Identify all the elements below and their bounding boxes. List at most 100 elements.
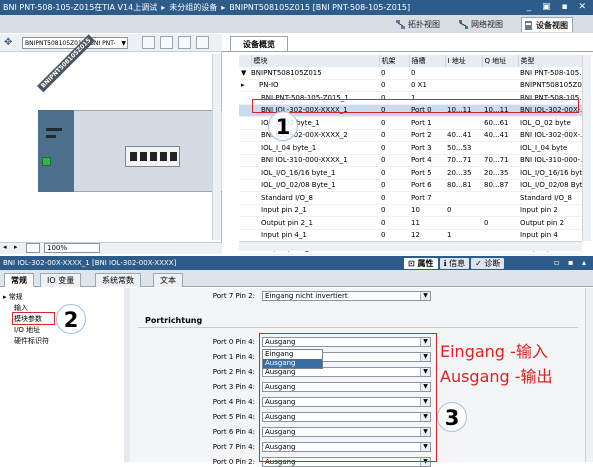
nav-item-general[interactable]: ▸ 常规: [3, 292, 23, 302]
cell-rack: 0: [379, 141, 409, 155]
module-slot-bar: [46, 135, 56, 138]
table-row[interactable]: ▸PN-IO00 X1 BNIPNT508105Z01...: [239, 79, 582, 92]
cell-slot: Port 7: [409, 191, 445, 205]
table-row[interactable]: ▼ BNIPNT508105Z015 0 0 BNI PNT-508-105...: [239, 67, 582, 80]
tab-device-view[interactable]: 设备视图: [521, 17, 573, 32]
param-label: Port 0 Pin 2:: [212, 458, 255, 466]
device-head-station[interactable]: [38, 110, 74, 192]
tab-texts[interactable]: 文本: [153, 273, 183, 287]
row-expand-toggle[interactable]: [239, 229, 251, 242]
cell-slot: 11: [409, 216, 445, 230]
row-expand-toggle[interactable]: [239, 216, 251, 230]
row-expand-toggle[interactable]: [239, 104, 251, 117]
cell-slot: 0: [409, 67, 445, 80]
grid-toolbar-icon[interactable]: [142, 36, 155, 49]
table-row[interactable]: Input pin 4_1 0 12 1 Input pin 4: [239, 229, 582, 242]
row-expand-toggle[interactable]: [239, 154, 251, 167]
column-header-rack[interactable]: 机架: [379, 55, 410, 67]
tab-info[interactable]: ℹ 信息: [439, 258, 470, 269]
tab-diagnostics[interactable]: ✓ 诊断: [471, 258, 505, 269]
window-controls[interactable]: _ ▣ ▪ ✕: [527, 0, 590, 15]
cell-type: Standard I/O_8: [518, 191, 582, 205]
cell-q-address: [482, 79, 518, 92]
column-header-type[interactable]: 类型: [518, 55, 583, 67]
cell-q-address: [482, 191, 518, 205]
cell-q-address: 20...35: [482, 166, 518, 180]
overview-horizontal-scrollbar[interactable]: [239, 241, 582, 251]
table-row[interactable]: Output pin 2_1 0 11 0 Output pin 2: [239, 216, 582, 230]
tab-system-constants[interactable]: 系统常数: [95, 273, 141, 287]
row-expand-toggle[interactable]: [239, 91, 251, 105]
device-tree-icon[interactable]: ✥: [4, 37, 12, 48]
cell-i-address: 80...81: [445, 179, 482, 192]
table-row[interactable]: IOL_I/O_16/16 byte_1 0 Port 5 20...35 20...3…: [239, 166, 582, 180]
inspector-window-controls[interactable]: ▫ ▪ ▴: [554, 256, 589, 270]
edit-toolbar-icon[interactable]: [178, 36, 191, 49]
cell-i-address: [445, 79, 482, 92]
row-expand-toggle[interactable]: [239, 129, 251, 142]
step-marker-2: 2: [56, 304, 86, 334]
scroll-left-icon[interactable]: ◂: [3, 243, 7, 251]
tab-general[interactable]: 常规: [4, 273, 34, 287]
row-expand-toggle[interactable]: [239, 166, 251, 180]
nav-item-hardware-identifier[interactable]: 硬件标识符: [14, 336, 49, 346]
column-header-i-address[interactable]: I 地址: [445, 55, 483, 67]
section-divider: [138, 327, 578, 328]
param-select[interactable]: Eingang nicht invertiert ▼: [262, 291, 431, 301]
cell-slot: 0 X1: [409, 79, 445, 92]
param-label: Port 7 Pin 2:: [212, 292, 255, 300]
param-label: Port 0 Pin 4:: [212, 338, 255, 346]
tab-device-overview[interactable]: 设备概览: [230, 36, 288, 51]
row-expand-toggle[interactable]: ▼: [239, 67, 251, 80]
nav-item-io-addresses[interactable]: I/O 地址: [14, 325, 40, 335]
cell-i-address: 70...71: [445, 154, 482, 167]
cell-i-address: 20...35: [445, 166, 482, 180]
zoom-level-select[interactable]: 100%: [44, 243, 100, 253]
column-header-slot[interactable]: 插槽: [409, 55, 446, 67]
inspector-title: BNI IOL-302-00X-XXXX_1 [BNI IOL-302-00X-…: [3, 259, 177, 267]
row-expand-toggle[interactable]: ▸: [239, 79, 251, 92]
overview-vertical-scrollbar[interactable]: [582, 55, 591, 241]
title-part-group: 未分组的设备: [169, 3, 218, 12]
cell-q-address: 0: [482, 216, 518, 230]
table-toolbar-icon[interactable]: [160, 36, 173, 49]
cell-slot: 12: [409, 229, 445, 242]
cell-q-address: 40...41: [482, 129, 518, 142]
tab-network-view[interactable]: 网络视图: [457, 17, 507, 32]
cell-rack: 0: [379, 204, 409, 217]
cell-module: Input pin 2_1: [251, 204, 379, 217]
row-expand-toggle[interactable]: [239, 141, 251, 155]
table-row[interactable]: IOL_I_04 byte_1 0 Port 3 50...53 IOL_I_04 by…: [239, 141, 582, 155]
cell-module: IOL_I/O_02/08 Byte_1: [251, 179, 379, 192]
cell-slot: Port 3: [409, 141, 445, 155]
zoom-slider[interactable]: [26, 243, 40, 253]
column-header-module[interactable]: 模块: [251, 55, 380, 67]
column-header-q-address[interactable]: Q 地址: [482, 55, 519, 67]
row-expand-toggle[interactable]: [239, 116, 251, 130]
cell-i-address: 50...53: [445, 141, 482, 155]
device-overview-table: 模块 机架 插槽 I 地址 Q 地址 类型 ▼ BNIPNT508105Z015 0…: [239, 55, 583, 255]
zoom-toolbar-icon[interactable]: [196, 36, 209, 49]
parameters-vertical-scrollbar[interactable]: [585, 288, 593, 462]
cell-rack: 0: [379, 116, 409, 130]
tab-properties[interactable]: ⊡ 属性: [404, 258, 438, 269]
row-expand-toggle[interactable]: [239, 204, 251, 217]
table-row[interactable]: IOL_I/O_02/08 Byte_1 0 Port 6 80...81 80...8…: [239, 179, 582, 192]
scroll-right-icon[interactable]: ▸: [14, 243, 18, 251]
cell-i-address: 1: [445, 229, 482, 242]
cell-module: IOL_I/O_16/16 byte_1: [251, 166, 379, 180]
table-row[interactable]: BNI IOL-310-000-XXXX_1 0 Port 4 70...71 70..…: [239, 154, 582, 167]
tab-info-label: 信息: [449, 259, 466, 268]
table-row[interactable]: Standard I/O_8 0 Port 7 Standard I/O_8: [239, 191, 582, 205]
network-icon: [459, 20, 468, 29]
port-connector-block[interactable]: [125, 146, 180, 167]
tab-topology-view[interactable]: 拓扑视图: [394, 17, 444, 32]
param-label: Port 6 Pin 4:: [212, 428, 255, 436]
table-row[interactable]: Input pin 2_1 0 10 0 Input pin 2: [239, 204, 582, 217]
row-expand-toggle[interactable]: [239, 179, 251, 192]
row-expand-toggle[interactable]: [239, 191, 251, 205]
inspector-right-tabs: ⊡ 属性 ℹ 信息 ✓ 诊断: [404, 258, 506, 269]
canvas-vertical-scrollbar[interactable]: [212, 54, 221, 240]
cell-type: Input pin 4: [518, 229, 582, 242]
tab-io-tags[interactable]: IO 变量: [40, 273, 82, 287]
